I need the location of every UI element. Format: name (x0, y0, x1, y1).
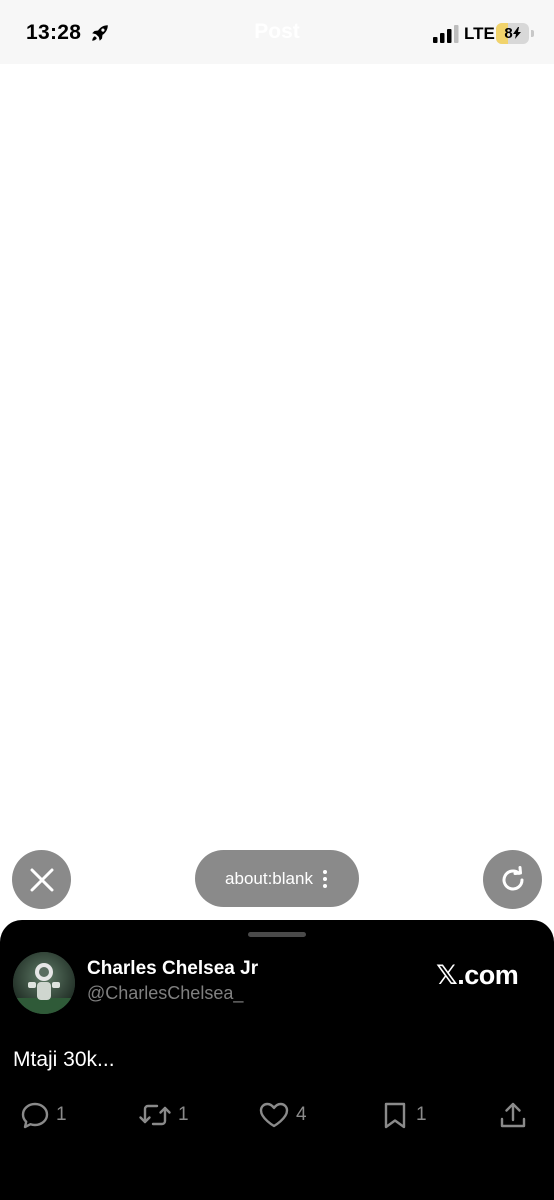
reply-button[interactable]: 1 (20, 1100, 67, 1130)
battery-icon: 8 (496, 23, 529, 44)
battery-level: 8 (504, 25, 513, 42)
reload-button[interactable] (483, 850, 542, 909)
close-icon (30, 868, 53, 891)
vertical-dots-icon[interactable] (321, 868, 329, 890)
reply-icon (21, 1102, 49, 1129)
bookmark-button[interactable]: 1 (380, 1100, 427, 1130)
like-count: 4 (296, 1104, 307, 1125)
share-button[interactable] (498, 1100, 534, 1130)
close-button[interactable] (12, 850, 71, 909)
repost-count: 1 (178, 1104, 189, 1125)
author-name[interactable]: Charles Chelsea Jr (87, 958, 258, 980)
author-handle[interactable]: @CharlesChelsea_ (87, 983, 243, 1004)
repost-button[interactable]: 1 (138, 1100, 189, 1130)
site-brand[interactable]: 𝕏.com (436, 960, 519, 991)
post-preview-sheet: Charles Chelsea Jr @CharlesChelsea_ 𝕏.co… (0, 920, 554, 1200)
network-label: LTE (464, 24, 495, 43)
like-icon (259, 1102, 289, 1128)
battery-label: 8 (496, 25, 529, 42)
bolt-icon (512, 27, 521, 39)
status-bar: 13:28 Post LTE 8 (0, 0, 554, 64)
share-icon (500, 1102, 526, 1128)
sheet-grabber[interactable] (248, 932, 306, 937)
battery-nub (531, 30, 534, 37)
bookmark-icon (384, 1102, 406, 1129)
avatar-image (13, 952, 75, 1014)
bookmark-count: 1 (416, 1104, 427, 1125)
web-content-area[interactable] (0, 64, 554, 920)
repost-icon (139, 1104, 171, 1126)
reload-icon (502, 865, 523, 890)
reply-count: 1 (56, 1104, 67, 1125)
url-pill[interactable]: about:blank (195, 850, 359, 907)
like-button[interactable]: 4 (258, 1100, 307, 1130)
signal-icon (433, 25, 459, 43)
post-text: Mtaji 30k... (13, 1048, 115, 1071)
url-text: about:blank (225, 868, 313, 888)
avatar[interactable] (13, 952, 75, 1014)
